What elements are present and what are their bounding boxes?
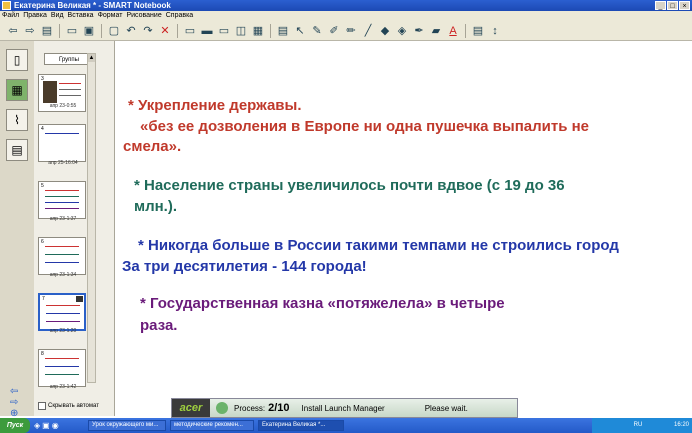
save-icon[interactable]: ▣ [82,24,96,38]
slide-line-9: раза. [140,317,178,334]
page-thumbnail[interactable]: 6 [38,237,86,275]
quick-launch-icons: ◈▣◉ [34,421,61,430]
menu-insert[interactable]: Вставка [66,11,96,21]
insert-table-icon[interactable]: ▦ [251,24,265,38]
process-value: 2/10 [268,402,290,414]
please-wait: Please wait. [424,403,468,413]
install-task: Install Launch Manager [301,403,385,413]
add-page-icon[interactable]: ▤ [40,24,54,38]
acer-install-popup: acer Process: 2/10 Install Launch Manage… [171,398,518,418]
full-screen-icon[interactable]: ▬ [200,24,214,38]
fill-icon[interactable]: ◈ [395,24,409,38]
slide-line-6: * Никогда больше в России такими темпами… [138,237,619,254]
thumbnail-date: апр 23-1:20 [49,328,77,334]
clock[interactable]: 16:20 [674,422,689,428]
next-page-icon[interactable]: ⇨ [10,397,18,408]
menu-help[interactable]: Справка [164,11,195,21]
autohide-checkbox[interactable]: Скрывать автомат [38,402,99,410]
menu-view[interactable]: Вид [49,11,66,21]
slide-canvas[interactable]: * Укрепление державы. «без ее дозволения… [115,41,692,401]
close-button[interactable]: × [679,1,690,10]
screen-capture-icon[interactable]: ◫ [234,24,248,38]
portrait-image [43,81,57,103]
page-thumbnail[interactable]: 5 [38,181,86,219]
forward-arrow-icon[interactable]: ⇨ [23,24,37,38]
undo-icon[interactable]: ↶ [124,24,138,38]
page-sorter-scrollbar[interactable]: ▲ [87,53,96,383]
start-button[interactable]: Пуск [0,418,30,433]
system-tray: RU 16:20 [592,418,692,433]
scroll-up-icon[interactable]: ▲ [88,54,95,62]
line-icon[interactable]: ╱ [361,24,375,38]
toolbar-move-icon[interactable]: ↕ [488,24,502,38]
creative-pen-icon[interactable]: ✐ [327,24,341,38]
autohide-label: Скрывать автомат [48,403,99,409]
thumbnail-date: апр 23-1:34 [49,272,77,278]
slide-line-5: млн.). [134,198,178,215]
properties-icon[interactable]: ▤ [471,24,485,38]
highlighter-icon[interactable]: ✏ [344,24,358,38]
prev-page-icon[interactable]: ⇦ [10,386,18,397]
shapes-icon[interactable]: ◆ [378,24,392,38]
main-toolbar: ⇦ ⇨ ▤ ▭ ▣ ▢ ↶ ↷ ✕ ▭ ▬ ▭ ◫ ▦ ▤ ↖ ✎ ✐ ✏ ╱ … [0,21,692,41]
thumbnail-date: апр 23-1:42 [49,384,77,390]
gallery-tab-icon[interactable]: ▦ [6,79,28,101]
maximize-button[interactable]: □ [667,1,678,10]
page-sorter-tab-icon[interactable]: ▯ [6,49,28,71]
redo-icon[interactable]: ↷ [141,24,155,38]
table-icon[interactable]: ▤ [276,24,290,38]
slide-line-1: * Укрепление державы. [128,97,302,114]
thumbnail-menu-icon[interactable] [76,296,83,302]
taskbar-item-lesson[interactable]: Урок окружающего ми... [88,420,166,431]
menu-edit[interactable]: Правка [21,11,49,21]
slide-line-2: «без ее дозволения в Европе ни одна пуше… [140,118,589,135]
paste-icon[interactable]: ▢ [107,24,121,38]
eraser-icon[interactable]: ▰ [429,24,443,38]
dual-page-icon[interactable]: ▭ [217,24,231,38]
open-folder-icon[interactable]: ▭ [65,24,79,38]
thumbnail-date: апр 23-1:37 [49,216,77,222]
delete-icon[interactable]: ✕ [158,24,172,38]
back-arrow-icon[interactable]: ⇦ [6,24,20,38]
page-thumbnail[interactable]: 8 [38,349,86,387]
slide-line-8: * Государственная казна «потяжелела» в ч… [140,295,505,312]
slide-line-3: смела». [123,138,182,155]
smart-notebook-app-icon [2,1,11,10]
page-thumbnail-selected[interactable]: 7 [38,293,86,331]
text-icon[interactable]: A [446,24,460,38]
thumbnail-date: апр 23-0:55 [49,103,77,109]
slide-line-4: * Население страны увеличилось почти вдв… [134,177,565,194]
magic-pen-icon[interactable]: ✒ [412,24,426,38]
taskbar-item-methodical[interactable]: методические рекомен... [170,420,254,431]
process-gear-icon [216,402,228,414]
slide-line-7: За три десятилетия - 144 города! [122,258,367,275]
properties-tab-icon[interactable]: ▤ [6,139,28,161]
language-indicator[interactable]: RU [634,422,643,428]
pen-icon[interactable]: ✎ [310,24,324,38]
taskbar-item-ekaterina[interactable]: Екатерина Великая *... [258,420,344,431]
menu-draw[interactable]: Рисование [124,11,163,21]
thumbnail-date: апр 25-16:04 [48,160,78,166]
side-tabs: ▯ ▦ ⌇ ▤ ⇦ ⇨ ⊕ ✕ [0,41,35,430]
select-arrow-icon[interactable]: ↖ [293,24,307,38]
attachments-tab-icon[interactable]: ⌇ [6,109,28,131]
title-bar: Екатерина Великая * - SMART Notebook _ □… [0,0,692,11]
menu-file[interactable]: Файл [0,11,21,21]
process-label: Process: [234,403,266,413]
screen-shade-icon[interactable]: ▭ [183,24,197,38]
page-thumbnail[interactable]: 4 [38,124,86,162]
menu-format[interactable]: Формат [96,11,125,21]
window-title: Екатерина Великая * - SMART Notebook [14,1,171,10]
acer-logo: acer [172,399,210,417]
windows-taskbar: Пуск ◈▣◉ Урок окружающего ми... методиче… [0,418,692,433]
checkbox-box[interactable] [38,402,46,410]
minimize-button[interactable]: _ [655,1,666,10]
menu-bar: Файл Правка Вид Вставка Формат Рисование… [0,11,692,21]
